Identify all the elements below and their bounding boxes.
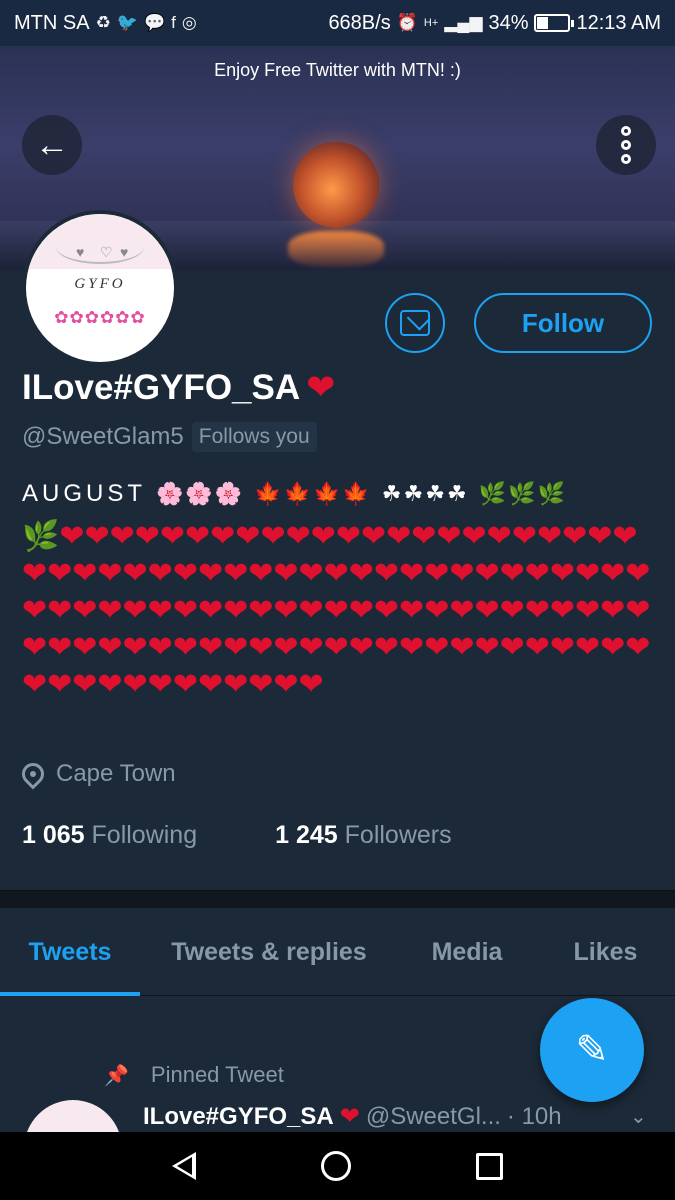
message-button[interactable] (385, 293, 445, 353)
avatar[interactable]: ♥ ♡ ♥ GYFO ✿✿✿✿✿✿ (22, 210, 178, 366)
followers-label: Followers (344, 821, 452, 849)
tab-likes[interactable]: Likes (536, 908, 675, 996)
banner-moon (293, 142, 379, 228)
sync-icon: ♻ (95, 13, 111, 32)
compose-tweet-button[interactable]: ✎ (540, 998, 644, 1102)
tweet-time: · 10h (506, 1102, 562, 1130)
following-count: 1 065 (22, 821, 85, 849)
alarm-icon: ⏰ (396, 13, 418, 32)
carrier-label: MTN SA (14, 11, 90, 34)
tweet-header: ILove#GYFO_SA ❤ @SweetGl... · 10h (143, 1102, 562, 1131)
battery-icon (534, 14, 575, 32)
section-divider (0, 890, 675, 908)
more-vertical-icon (621, 126, 631, 164)
bio-word: AUGUST (22, 480, 147, 507)
more-options-button[interactable] (596, 115, 656, 175)
tweet-author-handle: @SweetGl... (365, 1102, 501, 1130)
instagram-icon: ◎ (181, 13, 197, 32)
heart-emoji: ❤ (306, 368, 336, 407)
network-badge: H+ (423, 17, 439, 29)
avatar-image: ♥ ♡ ♥ GYFO ✿✿✿✿✿✿ (26, 214, 174, 362)
pinned-tweet-label: 📌 Pinned Tweet (104, 1062, 284, 1088)
arrow-left-icon: ← (35, 125, 69, 164)
bio-herbs: 🌿🌿🌿 (478, 481, 567, 506)
bio-first-line: AUGUST 🌸🌸🌸 🍁🍁🍁🍁 ☘☘☘☘ 🌿🌿🌿 (22, 480, 567, 508)
following-label: Following (91, 821, 198, 849)
profile-handle: @SweetGlam5 (22, 423, 184, 450)
nav-recents-icon[interactable] (475, 1152, 503, 1180)
bio-hearts: 🌿❤❤❤❤❤❤❤❤❤❤❤❤❤❤❤❤❤❤❤❤❤❤❤❤❤❤❤❤❤❤❤❤❤❤❤❤❤❤❤… (22, 520, 651, 701)
profile-name: ILove#GYFO_SA ❤ (22, 368, 335, 408)
tweet-avatar[interactable] (24, 1100, 122, 1132)
tab-tweets-replies[interactable]: Tweets & replies (140, 908, 398, 996)
compose-quill-icon: ✎ (575, 1028, 609, 1072)
pinned-text: Pinned Tweet (150, 1062, 284, 1087)
profile-tabs: Tweets Tweets & replies Media Likes (0, 908, 675, 996)
clock: 12:13 AM (576, 11, 661, 34)
system-nav-bar (0, 1132, 675, 1200)
follow-button[interactable]: Follow (474, 293, 652, 353)
status-bar: MTN SA ♻ 🐦 💬 f ◎ 668B/s ⏰ H+ ▂▄▆ 34% 12:… (0, 0, 675, 46)
follow-stats: 1 065 Following 1 245 Followers (22, 821, 452, 850)
status-bar-left: MTN SA ♻ 🐦 💬 f ◎ (14, 12, 197, 35)
profile-location: Cape Town (17, 758, 176, 790)
message-icon: 💬 (143, 13, 166, 32)
battery-fill (537, 17, 549, 29)
chevron-down-icon[interactable]: ⌄ (630, 1104, 647, 1129)
back-button[interactable]: ← (22, 115, 82, 175)
bio-leaves: 🍁🍁🍁🍁 (254, 481, 372, 506)
pin-icon: 📌 (104, 1064, 129, 1087)
tweet-author-name[interactable]: ILove#GYFO_SA (143, 1103, 334, 1131)
bio-clovers: ☘☘☘☘ (381, 481, 469, 506)
profile-name-text: ILove#GYFO_SA (22, 368, 301, 407)
signal-icon: ▂▄▆ (444, 13, 483, 32)
nav-back-icon[interactable] (172, 1152, 197, 1180)
bio-flowers: 🌸🌸🌸 (156, 481, 245, 506)
follows-you-badge: Follows you (191, 422, 317, 452)
followers-count: 1 245 (275, 821, 338, 849)
promo-text: Enjoy Free Twitter with MTN! :) (214, 60, 461, 80)
banner-moon-reflection (288, 231, 384, 267)
avatar-flowers: ✿✿✿✿✿✿ (54, 308, 146, 327)
followers-stat[interactable]: 1 245 Followers (275, 821, 452, 850)
battery-percent: 34% (488, 11, 529, 34)
nav-home-icon[interactable] (320, 1151, 351, 1181)
tab-tweets[interactable]: Tweets (0, 908, 140, 996)
tab-media[interactable]: Media (398, 908, 536, 996)
net-speed: 668B/s (328, 11, 391, 34)
envelope-icon (400, 310, 430, 336)
location-text: Cape Town (56, 760, 176, 787)
facebook-icon: f (171, 13, 176, 32)
twitter-icon: 🐦 (116, 13, 138, 32)
tweet-heart-emoji: ❤ (339, 1103, 360, 1130)
status-bar-right: 668B/s ⏰ H+ ▂▄▆ 34% 12:13 AM (328, 12, 661, 35)
following-stat[interactable]: 1 065 Following (22, 821, 197, 850)
location-pin-icon (17, 758, 49, 790)
handle-row: @SweetGlam5 Follows you (22, 422, 317, 452)
avatar-caption: GYFO (74, 276, 126, 292)
